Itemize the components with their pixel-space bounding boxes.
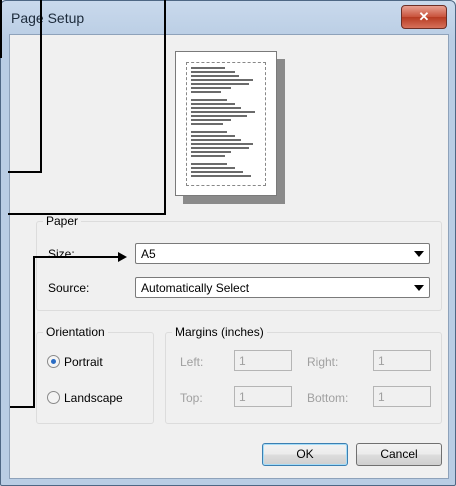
bottom-margin-input: 1 [373,386,431,407]
size-label: Size: [48,247,75,261]
orientation-group-legend: Orientation [43,325,108,339]
preview-text-line [191,143,253,145]
bottom-margin-label: Bottom: [307,391,349,405]
left-margin-value: 1 [239,354,246,368]
preview-text-line [191,135,235,137]
preview-text-line [191,119,231,121]
annotation-line [0,0,2,58]
ok-button[interactable]: OK [262,443,348,466]
preview-text-line [191,175,251,177]
preview-text-line [191,163,227,165]
dialog-window: Page Setup ✕ Paper Size: A5 Source: Auto… [0,0,456,486]
paper-group: Paper Size: A5 Source: Automatically Sel… [36,214,442,311]
page-preview [175,51,295,214]
annotation-line [40,0,42,172]
page-preview-sheet [175,51,277,196]
annotation-line [33,256,119,258]
chevron-down-icon [414,285,424,291]
preview-text-line [191,71,235,73]
margins-group-legend: Margins (inches) [172,325,267,339]
source-dropdown-value: Automatically Select [141,281,250,295]
top-margin-input: 1 [234,386,292,407]
preview-text-line [191,147,249,149]
preview-text-line [191,75,239,77]
left-margin-label: Left: [180,355,204,369]
size-dropdown-value: A5 [141,247,156,261]
annotation-line [33,256,35,408]
paper-group-legend: Paper [43,214,82,228]
chevron-down-icon [414,251,424,257]
portrait-radio[interactable] [47,355,60,368]
printable-area-outline [186,62,266,186]
preview-text-line [191,139,241,141]
preview-text-line [191,111,255,113]
preview-text-line [191,103,235,105]
bottom-margin-value: 1 [378,390,385,404]
orientation-group: Orientation Portrait Landscape [36,325,154,424]
annotation-line [8,213,166,215]
preview-text-line [191,167,235,169]
right-margin-label: Right: [307,355,339,369]
close-icon: ✕ [418,9,430,24]
preview-text-line [191,155,225,157]
preview-text-line [191,83,249,85]
annotation-arrow-icon [118,252,127,262]
landscape-radio[interactable] [47,391,60,404]
annotation-line [8,171,42,173]
title-bar[interactable]: Page Setup ✕ [1,1,455,35]
preview-text-line [191,115,247,117]
preview-text-line [191,79,253,81]
source-dropdown[interactable]: Automatically Select [135,277,430,298]
landscape-label[interactable]: Landscape [64,391,123,405]
preview-text-line [191,99,227,101]
preview-text-line [191,171,243,173]
preview-text-line [191,131,227,133]
preview-text-line [191,87,231,89]
annotation-line [10,406,35,408]
preview-text-line [191,91,221,93]
cancel-button[interactable]: Cancel [356,443,442,466]
preview-text-line [191,107,241,109]
close-button[interactable]: ✕ [401,5,447,29]
top-margin-label: Top: [180,391,203,405]
window-title: Page Setup [11,10,85,26]
left-margin-input: 1 [234,350,292,371]
source-label: Source: [48,281,90,295]
right-margin-value: 1 [378,354,385,368]
preview-text-line [191,67,225,69]
right-margin-input: 1 [373,350,431,371]
size-dropdown[interactable]: A5 [135,243,430,264]
margins-group: Margins (inches) Left: 1 Right: 1 Top: 1… [165,325,442,424]
portrait-label[interactable]: Portrait [64,355,103,369]
preview-text-line [191,151,231,153]
top-margin-value: 1 [239,390,246,404]
preview-text-line [191,123,223,125]
annotation-line [164,0,166,214]
